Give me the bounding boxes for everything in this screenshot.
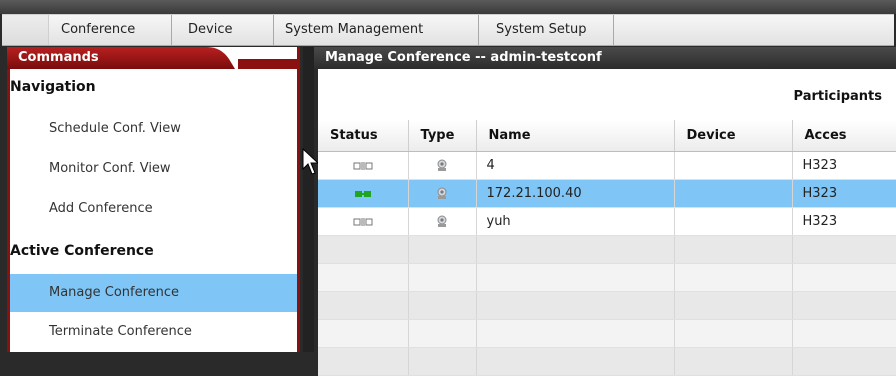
terminal-icon xyxy=(435,186,449,201)
status-connected-icon xyxy=(353,186,373,201)
nav-item-label: Add Conference xyxy=(49,201,153,216)
table-row[interactable]: yuh H323 xyxy=(318,207,896,236)
participants-heading: Participants xyxy=(793,89,882,104)
terminal-icon xyxy=(435,214,449,229)
table-row[interactable]: 172.21.100.40 H323 xyxy=(318,179,896,208)
cell-access: H323 xyxy=(792,179,896,208)
menu-separator xyxy=(171,15,172,46)
column-access[interactable]: Acces xyxy=(792,120,896,152)
table-row[interactable]: 4 H323 xyxy=(318,151,896,180)
nav-item-label: Schedule Conf. View xyxy=(49,121,181,136)
cell-name: 4 xyxy=(476,151,675,180)
nav-item-label: Terminate Conference xyxy=(49,324,192,339)
cell-device xyxy=(674,179,793,208)
menu-separator xyxy=(613,15,614,46)
cell-name: 172.21.100.40 xyxy=(476,179,675,208)
table-header-row: Status Type Name Device Acces xyxy=(318,120,896,152)
column-device[interactable]: Device xyxy=(674,120,793,152)
column-status[interactable]: Status xyxy=(318,120,409,152)
commands-title: Commands xyxy=(18,50,99,65)
window-top-bar xyxy=(0,0,896,14)
panel-divider[interactable] xyxy=(303,47,314,352)
cell-access: H323 xyxy=(792,207,896,236)
menu-device[interactable]: Device xyxy=(188,22,232,37)
menu-system-setup[interactable]: System Setup xyxy=(496,22,586,37)
menu-system-management[interactable]: System Management xyxy=(285,22,423,37)
menu-grip xyxy=(2,15,49,45)
terminal-icon xyxy=(435,158,449,173)
manage-conference-title: Manage Conference -- admin-testconf xyxy=(325,50,602,65)
nav-schedule-conf-view[interactable]: Schedule Conf. View xyxy=(10,110,297,148)
empty-row[interactable] xyxy=(318,291,896,320)
nav-monitor-conf-view[interactable]: Monitor Conf. View xyxy=(10,150,297,188)
menu-separator xyxy=(478,15,479,46)
nav-add-conference[interactable]: Add Conference xyxy=(10,190,297,228)
commands-tab-edge xyxy=(238,59,300,69)
participants-table: Status Type Name Device Acces 4 H323 172.2… xyxy=(318,120,896,376)
empty-row[interactable] xyxy=(318,263,896,292)
empty-row[interactable] xyxy=(318,235,896,264)
nav-item-label: Manage Conference xyxy=(49,285,180,300)
empty-row[interactable] xyxy=(318,319,896,348)
menu-separator xyxy=(273,15,274,46)
status-disconnected-icon xyxy=(353,214,373,229)
cell-access: H323 xyxy=(792,151,896,180)
column-type[interactable]: Type xyxy=(408,120,477,152)
cell-device xyxy=(674,207,793,236)
section-active-conference: Active Conference xyxy=(10,243,154,259)
nav-item-label: Monitor Conf. View xyxy=(49,161,171,176)
cell-name: yuh xyxy=(476,207,675,236)
menu-bar: Conference Device System Management Syst… xyxy=(2,14,894,46)
status-disconnected-icon xyxy=(353,158,373,173)
menu-conference[interactable]: Conference xyxy=(61,22,135,37)
nav-manage-conference[interactable]: Manage Conference xyxy=(10,274,297,312)
participants-panel: Participants Status Type Name Device Acc… xyxy=(318,69,896,376)
column-name[interactable]: Name xyxy=(476,120,675,152)
cell-device xyxy=(674,151,793,180)
nav-terminate-conference[interactable]: Terminate Conference xyxy=(10,313,297,351)
section-navigation: Navigation xyxy=(10,79,96,95)
